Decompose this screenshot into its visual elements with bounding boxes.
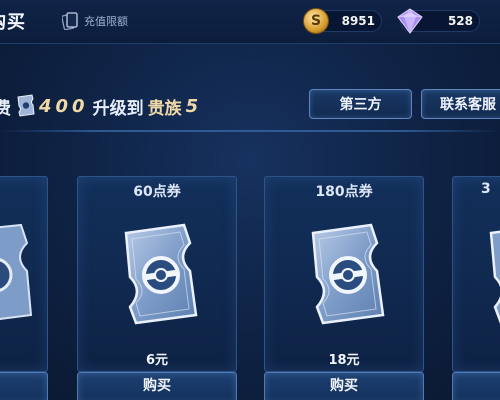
section-divider <box>0 130 500 132</box>
vip-upgrade-promo: 费 400 升级到 贵族 5 <box>0 92 198 120</box>
buy-button-60[interactable]: 购买 <box>77 372 237 400</box>
voucher-icon <box>489 230 500 324</box>
voucher-icon <box>124 223 198 325</box>
recharge-limit-label: 充值限额 <box>84 15 128 28</box>
top-bar: 购买 充值限额 S 8951 528 <box>0 0 500 44</box>
buy-button-180[interactable]: 购买 <box>264 372 424 400</box>
product-title: 180点券 <box>315 184 373 200</box>
gem-icon <box>397 8 423 34</box>
coin-balance: S 8951 <box>303 8 382 34</box>
product-price: 6元 <box>145 353 169 368</box>
product-price: 18元 <box>328 353 360 368</box>
recharge-limit-link[interactable]: 充值限额 <box>62 10 128 32</box>
shop-screen: 购买 充值限额 S 8951 528 费 400 <box>0 0 500 400</box>
buy-button[interactable] <box>0 372 48 400</box>
gem-balance: 528 <box>397 8 480 34</box>
coin-icon: S <box>303 8 329 34</box>
product-card[interactable]: 3 <box>452 176 500 372</box>
product-title: 60点券 <box>133 184 181 200</box>
gem-amount: 528 <box>447 14 473 28</box>
third-party-button[interactable]: 第三方 <box>309 89 412 119</box>
voucher-icon <box>17 94 35 117</box>
promo-middle: 升级到 <box>92 98 144 119</box>
coin-amount: 8951 <box>341 14 375 28</box>
card-stack-icon <box>62 12 78 30</box>
voucher-icon <box>311 223 385 325</box>
promo-amount: 400 <box>39 95 89 117</box>
product-title: 3 <box>481 181 491 197</box>
voucher-icon <box>0 223 33 321</box>
buy-button[interactable] <box>452 372 500 400</box>
product-card-60[interactable]: 60点券 6元 <box>77 176 237 372</box>
promo-prefix: 费 <box>0 98 11 119</box>
product-card[interactable] <box>0 176 48 372</box>
product-card-180[interactable]: 180点券 18元 <box>264 176 424 372</box>
promo-level-number: 5 <box>185 95 199 117</box>
contact-support-button[interactable]: 联系客服 <box>421 89 500 119</box>
promo-level-name: 贵族 <box>147 98 182 119</box>
page-title: 购买 <box>0 12 26 33</box>
